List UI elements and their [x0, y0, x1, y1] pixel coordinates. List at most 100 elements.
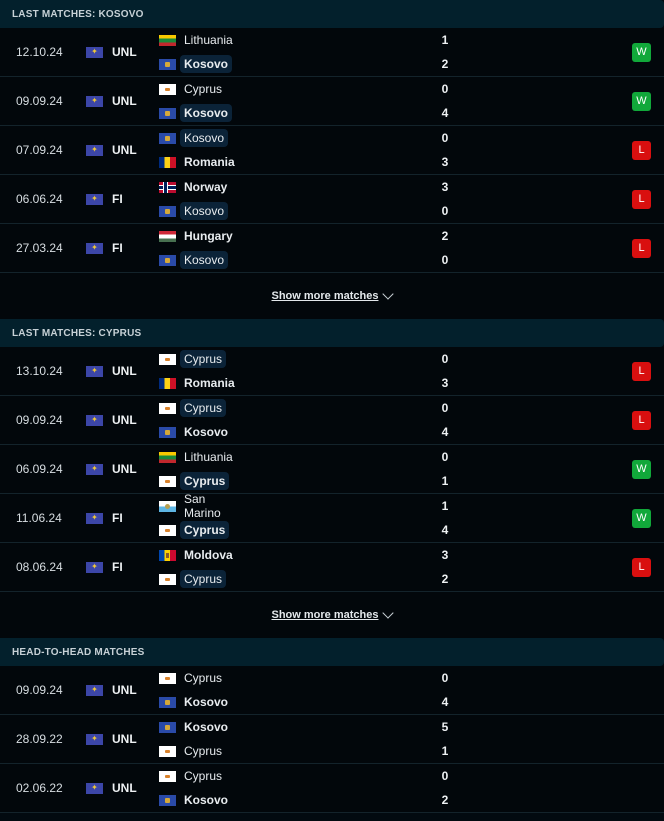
away-flag-icon: [159, 107, 176, 119]
away-score: 3: [441, 155, 449, 169]
scores: 1 4: [438, 494, 452, 542]
away-team[interactable]: Kosovo: [159, 54, 233, 74]
away-team[interactable]: Kosovo: [159, 201, 229, 221]
home-team[interactable]: Cyprus: [159, 398, 227, 418]
match-row[interactable]: 06.06.24 ✦ FI Norway Kosovo 3 0 L: [0, 175, 664, 224]
world-map-icon: ✦: [86, 365, 103, 377]
away-score: 0: [441, 253, 449, 267]
away-team[interactable]: Cyprus: [159, 471, 230, 491]
away-flag-icon: [159, 475, 176, 487]
away-team[interactable]: Cyprus: [159, 569, 227, 589]
away-team-name: Kosovo: [180, 202, 229, 220]
away-score: 4: [441, 106, 449, 120]
match-date: 27.03.24: [16, 241, 63, 255]
scores: 0 4: [438, 77, 452, 125]
scores: 3 0: [438, 175, 452, 223]
result-badge: L: [632, 189, 651, 209]
match-date: 06.06.24: [16, 192, 63, 206]
away-flag-icon: [159, 524, 176, 536]
home-flag-icon: [159, 34, 176, 46]
home-team[interactable]: Cyprus: [159, 79, 226, 99]
show-more-matches-link[interactable]: Show more matches: [272, 609, 379, 621]
match-row[interactable]: 27.03.24 ✦ FI Hungary Kosovo 2 0 L: [0, 224, 664, 273]
away-flag-icon: [159, 426, 176, 438]
away-team[interactable]: Kosovo: [159, 692, 232, 712]
scores: 0 4: [438, 666, 452, 714]
away-team[interactable]: Cyprus: [159, 741, 226, 761]
home-flag-icon: [159, 672, 176, 684]
home-flag-icon: [159, 500, 176, 512]
match-row[interactable]: 06.09.24 ✦ UNL Lithuania Cyprus 0 1 W: [0, 445, 664, 494]
home-team[interactable]: Lithuania: [159, 447, 237, 467]
away-team[interactable]: Romania: [159, 373, 239, 393]
away-team[interactable]: Romania: [159, 152, 239, 172]
home-team[interactable]: Norway: [159, 177, 231, 197]
result-badge: W: [632, 459, 651, 479]
chevron-down-icon[interactable]: [382, 606, 395, 619]
chevron-down-icon[interactable]: [382, 287, 395, 300]
match-row[interactable]: 28.09.22 ✦ UNL Kosovo Cyprus 5 1: [0, 715, 664, 764]
scores: 3 2: [438, 543, 452, 591]
home-score: 0: [441, 352, 449, 366]
away-team[interactable]: Cyprus: [159, 520, 230, 540]
match-row[interactable]: 09.09.24 ✦ UNL Cyprus Kosovo 0 4 W: [0, 77, 664, 126]
match-row[interactable]: 02.06.22 ✦ UNL Cyprus Kosovo 0 2: [0, 764, 664, 813]
away-team[interactable]: Kosovo: [159, 790, 232, 810]
away-team[interactable]: Kosovo: [159, 422, 232, 442]
home-score: 3: [441, 548, 449, 562]
competition-label: UNL: [112, 781, 137, 795]
home-team[interactable]: Kosovo: [159, 717, 232, 737]
home-team[interactable]: Cyprus: [159, 349, 227, 369]
match-row[interactable]: 09.09.24 ✦ UNL Cyprus Kosovo 0 4: [0, 666, 664, 715]
show-more-matches-link[interactable]: Show more matches: [272, 290, 379, 302]
home-score: 0: [441, 769, 449, 783]
competition-label: FI: [112, 192, 123, 206]
home-score: 1: [441, 33, 449, 47]
home-team[interactable]: Cyprus: [159, 668, 226, 688]
home-team-name: Cyprus: [184, 769, 223, 783]
home-score: 5: [441, 720, 449, 734]
competition-label: FI: [112, 241, 123, 255]
world-map-icon: ✦: [86, 561, 103, 573]
home-team[interactable]: Moldova: [159, 545, 237, 565]
away-team-name: Kosovo: [180, 55, 233, 73]
competition-label: UNL: [112, 143, 137, 157]
match-date: 08.06.24: [16, 560, 63, 574]
away-score: 0: [441, 204, 449, 218]
away-team-name: Kosovo: [184, 695, 229, 709]
scores: 5 1: [438, 715, 452, 763]
away-team-name: Kosovo: [184, 425, 229, 439]
home-team[interactable]: San Marino: [159, 492, 225, 520]
home-team-name: Lithuania: [184, 450, 233, 464]
match-row[interactable]: 09.09.24 ✦ UNL Cyprus Kosovo 0 4 L: [0, 396, 664, 445]
away-team-name: Cyprus: [184, 744, 223, 758]
away-team-name: Cyprus: [180, 521, 230, 539]
world-map-icon: ✦: [86, 733, 103, 745]
home-team[interactable]: Lithuania: [159, 30, 237, 50]
match-row[interactable]: 13.10.24 ✦ UNL Cyprus Romania 0 3 L: [0, 347, 664, 396]
match-date: 06.09.24: [16, 462, 63, 476]
scores: 0 3: [438, 126, 452, 174]
home-team[interactable]: Cyprus: [159, 766, 226, 786]
away-team-name: Cyprus: [180, 570, 227, 588]
home-flag-icon: [159, 451, 176, 463]
section-header: LAST MATCHES: CYPRUS: [0, 319, 664, 347]
away-score: 4: [441, 425, 449, 439]
scores: 0 4: [438, 396, 452, 444]
match-row[interactable]: 07.09.24 ✦ UNL Kosovo Romania 0 3 L: [0, 126, 664, 175]
match-row[interactable]: 12.10.24 ✦ UNL Lithuania Kosovo 1 2 W: [0, 28, 664, 77]
home-flag-icon: [159, 353, 176, 365]
home-team[interactable]: Hungary: [159, 226, 237, 246]
away-team[interactable]: Kosovo: [159, 250, 229, 270]
home-score: 2: [441, 229, 449, 243]
match-date: 13.10.24: [16, 364, 63, 378]
away-team[interactable]: Kosovo: [159, 103, 233, 123]
home-team-name: Kosovo: [184, 720, 229, 734]
match-row[interactable]: 11.06.24 ✦ FI San Marino Cyprus 1 4 W: [0, 492, 664, 543]
competition-label: UNL: [112, 364, 137, 378]
away-flag-icon: [159, 745, 176, 757]
home-team[interactable]: Kosovo: [159, 128, 229, 148]
match-row[interactable]: 08.06.24 ✦ FI Moldova Cyprus 3 2 L: [0, 543, 664, 592]
show-more-row: Show more matches: [0, 273, 664, 319]
home-score: 1: [441, 499, 449, 513]
